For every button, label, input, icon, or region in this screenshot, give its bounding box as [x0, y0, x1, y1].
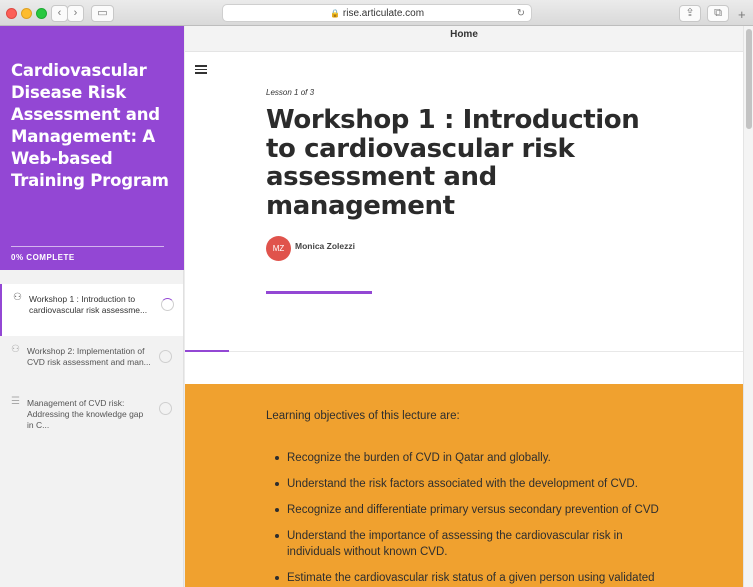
sidebar-lesson-3[interactable]: ☰ Management of CVD risk: Addressing the… — [0, 388, 183, 440]
list-item: Recognize and differentiate primary vers… — [273, 502, 663, 518]
course-progress-label: 0% COMPLETE — [11, 253, 75, 262]
text-lines-icon: ☰ — [11, 396, 20, 407]
new-tab-icon[interactable]: + — [738, 7, 753, 26]
title-divider — [266, 291, 372, 294]
page-scrollbar[interactable] — [743, 26, 753, 587]
objectives-intro: Learning objectives of this lecture are: — [266, 410, 460, 422]
course-sidebar: Cardiovascular Disease Risk Assessment a… — [0, 26, 184, 587]
sidebar-lesson-2[interactable]: ⚇ Workshop 2: Implementation of CVD risk… — [0, 336, 183, 388]
objectives-block: Learning objectives of this lecture are:… — [185, 384, 743, 587]
page-topbar: Home — [185, 26, 743, 52]
sidebar-toggle-icon[interactable]: ▭ — [91, 5, 114, 22]
minimize-window-button[interactable] — [21, 8, 32, 19]
browser-toolbar: ‹ › ▭ 🔒 rise.articulate.com ↻ ⇪ ⧉ + — [0, 0, 753, 26]
list-item: Understand the risk factors associated w… — [273, 476, 663, 492]
lesson-title: Workshop 1 : Introduction to cardiovascu… — [266, 105, 640, 221]
lesson-progress-fill — [185, 350, 229, 352]
zoom-window-button[interactable] — [36, 8, 47, 19]
scrollbar-thumb[interactable] — [746, 29, 752, 129]
course-progress-divider — [11, 246, 164, 247]
person-icon: ⚇ — [13, 292, 22, 303]
avatar: MZ — [266, 236, 291, 261]
back-button[interactable]: ‹ — [51, 5, 68, 22]
sidebar-lesson-1[interactable]: ⚇ Workshop 1 : Introduction to cardiovas… — [0, 284, 183, 336]
url-text: rise.articulate.com — [342, 8, 425, 19]
reload-icon[interactable]: ↻ — [517, 5, 525, 22]
list-item: Understand the importance of assessing t… — [273, 528, 663, 560]
lock-icon: 🔒 — [329, 9, 340, 18]
sidebar-lesson-label: Workshop 2: Implementation of CVD risk a… — [27, 346, 151, 367]
lesson-status-icon — [159, 402, 172, 415]
list-item: Estimate the cardiovascular risk status … — [273, 570, 663, 586]
course-header: Cardiovascular Disease Risk Assessment a… — [0, 26, 184, 270]
lesson-content: Home Lesson 1 of 3 Workshop 1 : Introduc… — [185, 26, 743, 587]
close-window-button[interactable] — [6, 8, 17, 19]
page-title: Home — [450, 29, 478, 40]
sidebar-lesson-label: Workshop 1 : Introduction to cardiovascu… — [29, 294, 148, 315]
author-name: Monica Zolezzi — [295, 241, 355, 251]
lesson-status-icon — [161, 298, 174, 311]
course-title: Cardiovascular Disease Risk Assessment a… — [11, 61, 169, 190]
hamburger-menu-icon[interactable] — [195, 65, 207, 74]
lesson-progress-track — [185, 351, 743, 352]
address-bar[interactable]: 🔒 rise.articulate.com ↻ — [222, 4, 532, 22]
sidebar-lesson-label: Management of CVD risk: Addressing the k… — [27, 398, 144, 430]
forward-button[interactable]: › — [67, 5, 84, 22]
lesson-count: Lesson 1 of 3 — [266, 88, 315, 97]
lesson-status-icon — [159, 350, 172, 363]
list-item: Recognize the burden of CVD in Qatar and… — [273, 450, 663, 466]
objectives-list: Recognize the burden of CVD in Qatar and… — [273, 450, 663, 587]
share-icon[interactable]: ⇪ — [679, 5, 701, 22]
tabs-overview-icon[interactable]: ⧉ — [707, 5, 729, 22]
person-icon: ⚇ — [11, 344, 20, 355]
